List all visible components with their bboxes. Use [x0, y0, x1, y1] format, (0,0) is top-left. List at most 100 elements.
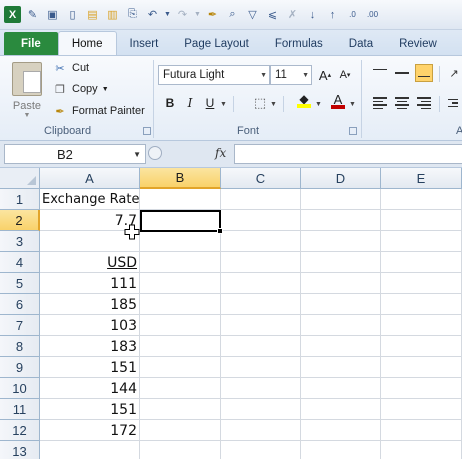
- open-icon[interactable]: ▤: [84, 6, 101, 23]
- column-header-d[interactable]: D: [301, 168, 381, 189]
- underline-dropdown-icon[interactable]: ▼: [220, 101, 227, 108]
- cell-a12[interactable]: 172: [40, 420, 140, 441]
- tab-insert[interactable]: Insert: [117, 33, 172, 55]
- clear-filter-icon[interactable]: ✗: [284, 6, 301, 23]
- font-color-icon[interactable]: A: [330, 92, 346, 110]
- bottom-align-button[interactable]: [415, 64, 433, 82]
- underline-button[interactable]: U: [202, 94, 218, 112]
- clipboard-launcher-icon[interactable]: [143, 127, 151, 135]
- align-center-button[interactable]: [393, 94, 411, 112]
- column-header-a[interactable]: A: [40, 168, 140, 189]
- tab-home[interactable]: Home: [57, 31, 117, 55]
- decrease-indent-button[interactable]: [446, 94, 460, 112]
- formula-input[interactable]: [234, 144, 462, 164]
- row-header-6[interactable]: 6: [0, 294, 40, 315]
- fill-handle[interactable]: [217, 228, 223, 234]
- name-box[interactable]: B2 ▼: [4, 144, 146, 164]
- attach-icon[interactable]: ⎘: [124, 6, 141, 23]
- fill-color-icon[interactable]: ◆: [296, 92, 312, 110]
- format-painter-button[interactable]: ✒ Format Painter: [52, 102, 144, 120]
- paintbrush-icon: ✒: [55, 105, 65, 118]
- shrink-font-button[interactable]: A ▾: [337, 66, 353, 84]
- save-icon[interactable]: ▣: [44, 6, 61, 23]
- align-left-button[interactable]: [371, 94, 389, 112]
- row-header-9[interactable]: 9: [0, 357, 40, 378]
- orientation-icon[interactable]: ↗: [446, 64, 462, 82]
- bold-button[interactable]: B: [162, 94, 178, 112]
- column-header-c[interactable]: C: [221, 168, 301, 189]
- copy-button[interactable]: ❐ Copy ▼: [52, 80, 109, 98]
- borders-icon[interactable]: ⬚: [252, 94, 268, 112]
- cell-a4[interactable]: USD: [40, 252, 140, 273]
- formula-buttons: fx: [148, 144, 238, 164]
- row-header-4[interactable]: 4: [0, 252, 40, 273]
- row-header-2[interactable]: 2: [0, 210, 40, 231]
- print-preview-icon[interactable]: ⌕: [224, 6, 241, 23]
- row-header-7[interactable]: 7: [0, 315, 40, 336]
- filter-advanced-icon[interactable]: ⩽: [264, 6, 281, 23]
- borders-dropdown-icon[interactable]: ▼: [270, 101, 277, 108]
- cell-a8[interactable]: 183: [40, 336, 140, 357]
- cell-a1[interactable]: Exchange Rate: [40, 189, 150, 210]
- cell-a10[interactable]: 144: [40, 378, 140, 399]
- worksheet-grid[interactable]: A B C D E 1 2 3 4 5 6 7 8 9 10 11 12 13 Exchange Rate 7.7 US…: [0, 168, 462, 459]
- tab-review[interactable]: Review: [386, 33, 450, 55]
- tab-formulas[interactable]: Formulas: [262, 33, 336, 55]
- tab-data[interactable]: Data: [336, 33, 386, 55]
- paste-button[interactable]: Paste ▼: [8, 60, 46, 120]
- eraser-icon[interactable]: ✎: [24, 6, 41, 23]
- folder-icon[interactable]: ▥: [104, 6, 121, 23]
- redo-icon[interactable]: ↷: [174, 6, 191, 23]
- active-cell-b2[interactable]: [140, 210, 223, 234]
- font-size-select[interactable]: 11 ▼: [270, 65, 312, 85]
- row-header-5[interactable]: 5: [0, 273, 40, 294]
- redo-dropdown-icon[interactable]: ▼: [194, 6, 201, 23]
- tab-file[interactable]: File: [4, 32, 58, 55]
- increase-decimal-icon[interactable]: .0: [344, 6, 361, 23]
- row-header-10[interactable]: 10: [0, 378, 40, 399]
- format-painter-icon[interactable]: ✒: [204, 6, 221, 23]
- row-header-8[interactable]: 8: [0, 336, 40, 357]
- align-right-button[interactable]: [415, 94, 433, 112]
- row-header-1[interactable]: 1: [0, 189, 40, 210]
- font-group-label: Font: [237, 125, 260, 137]
- name-box-dropdown-icon[interactable]: ▼: [133, 150, 141, 159]
- cell-a11[interactable]: 151: [40, 399, 140, 420]
- tab-page-layout[interactable]: Page Layout: [171, 33, 262, 55]
- sort-desc-icon[interactable]: ↑: [324, 6, 341, 23]
- cell-a7[interactable]: 103: [40, 315, 140, 336]
- font-color-dropdown-icon[interactable]: ▼: [349, 101, 356, 108]
- fill-color-dropdown-icon[interactable]: ▼: [315, 101, 322, 108]
- cell-a9[interactable]: 151: [40, 357, 140, 378]
- excel-logo-icon[interactable]: X: [4, 6, 21, 23]
- copy-dropdown-icon[interactable]: ▼: [102, 86, 109, 93]
- column-header-b[interactable]: B: [140, 168, 221, 189]
- ribbon-home: Paste ▼ ✂ Cut ❐ Copy ▼ ✒ Format Painter …: [0, 55, 462, 141]
- insert-function-button[interactable]: fx: [215, 146, 226, 160]
- row-header-11[interactable]: 11: [0, 399, 40, 420]
- ribbon-tabs: File Home Insert Page Layout Formulas Da…: [0, 30, 462, 55]
- new-icon[interactable]: ▯: [64, 6, 81, 23]
- middle-align-button[interactable]: [393, 64, 411, 82]
- select-all-button[interactable]: [0, 168, 40, 189]
- font-divider: [283, 96, 284, 112]
- italic-button[interactable]: I: [182, 94, 198, 112]
- row-header-3[interactable]: 3: [0, 231, 40, 252]
- row-header-12[interactable]: 12: [0, 420, 40, 441]
- sort-asc-icon[interactable]: ↓: [304, 6, 321, 23]
- undo-dropdown-icon[interactable]: ▼: [164, 6, 171, 23]
- font-name-select[interactable]: Futura Light ▼: [158, 65, 270, 85]
- font-color-swatch: [331, 104, 345, 109]
- font-launcher-icon[interactable]: [349, 127, 357, 135]
- cut-button[interactable]: ✂ Cut: [52, 59, 89, 77]
- decrease-decimal-icon[interactable]: .00: [364, 6, 381, 23]
- undo-icon[interactable]: ↶: [144, 6, 161, 23]
- fill-color-swatch: [297, 104, 311, 108]
- row-header-13[interactable]: 13: [0, 441, 40, 459]
- cell-a5[interactable]: 111: [40, 273, 140, 294]
- column-header-e[interactable]: E: [381, 168, 462, 189]
- filter-icon[interactable]: ▽: [244, 6, 261, 23]
- cell-a6[interactable]: 185: [40, 294, 140, 315]
- grow-font-button[interactable]: A ▴: [317, 66, 333, 84]
- top-align-button[interactable]: [371, 64, 389, 82]
